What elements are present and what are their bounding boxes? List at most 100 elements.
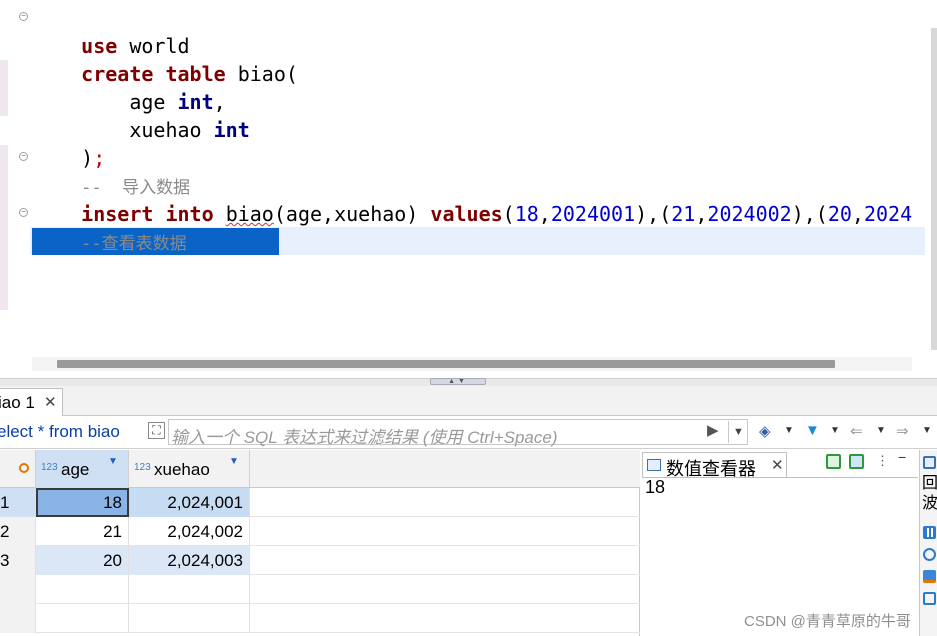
chart-icon[interactable] (923, 570, 936, 583)
table-row[interactable]: 1 18 2,024,001 (0, 488, 640, 517)
tab-label: iao 1 (0, 393, 35, 412)
table-row[interactable]: 3 20 2,024,003 (0, 546, 640, 575)
editor-gutter (0, 0, 8, 380)
punctuation: , (695, 202, 708, 226)
number-literal: 2024 (863, 202, 913, 226)
punctuation: ),( (791, 202, 828, 226)
splitter-handle-icon[interactable]: ▲▼ (430, 378, 486, 385)
identifier: biao; (237, 258, 310, 282)
vertical-scrollbar[interactable] (931, 28, 937, 350)
sort-icon[interactable]: ▼ (229, 456, 239, 467)
row-number[interactable]: 1 (0, 488, 36, 517)
punctuation: ( (502, 202, 515, 226)
punctuation: ),( (635, 202, 672, 226)
table-row[interactable]: 2 21 2,024,002 (0, 517, 640, 546)
keyword-select: select (81, 258, 154, 282)
column-header-age[interactable]: 123 age ▼ (36, 450, 129, 488)
minimize-icon[interactable]: − (898, 449, 906, 465)
row-number[interactable]: 3 (0, 546, 36, 575)
numeric-type-icon: 123 (134, 462, 151, 473)
expand-filter-icon[interactable]: ⛶ (148, 422, 165, 439)
grid-header: 123 age ▼ 123 xuehao ▼ (0, 450, 640, 488)
select-all-icon[interactable] (19, 463, 29, 473)
filter-toolbar: elect * from biao ⛶ 输入一个 SQL 表达式来过滤结果 (使… (0, 417, 937, 449)
sql-editor[interactable]: use world create table biao( age int, xu… (0, 0, 937, 380)
table-name-warning: biao (225, 202, 274, 226)
number-literal: 21 (671, 202, 696, 226)
code-line-4[interactable]: xuehao int (33, 88, 249, 142)
eraser-icon[interactable]: ◈ (759, 422, 771, 440)
empty-row (0, 604, 640, 633)
punctuation: , (538, 202, 551, 226)
empty-row (0, 575, 640, 604)
right-sidebar: 回 波 (919, 450, 937, 636)
tab-value-viewer[interactable]: 数值查看器 ✕ (642, 452, 787, 479)
number-literal: 20 (827, 202, 852, 226)
query-text-label[interactable]: elect * from biao (0, 422, 120, 442)
fold-toggle-icon[interactable] (19, 12, 28, 21)
funnel-icon[interactable]: ▼ (805, 422, 820, 439)
properties-icon[interactable] (923, 548, 936, 561)
chevron-down-icon[interactable]: ▼ (922, 425, 932, 436)
results-tabbar (0, 386, 937, 416)
sort-icon[interactable]: ▼ (108, 456, 118, 467)
fold-toggle-icon[interactable] (19, 152, 28, 161)
code-line-6[interactable]: -- 导入数据 (33, 144, 190, 198)
more-icon[interactable]: ⋮ (876, 453, 889, 469)
apply-filter-icon[interactable]: ▶ (707, 421, 719, 439)
code-line-3[interactable]: age int, (33, 60, 225, 114)
code-line-2[interactable]: create table biao( (33, 32, 298, 86)
keyword-from: from (189, 258, 238, 282)
forward-arrow-icon[interactable]: ⇒ (896, 422, 909, 440)
chevron-down-icon[interactable]: ▼ (876, 425, 886, 436)
horizontal-scrollbar-thumb[interactable] (57, 360, 835, 368)
chevron-down-icon[interactable]: ▼ (784, 425, 794, 436)
filter-history-dropdown[interactable]: ▼ (728, 421, 748, 443)
close-icon[interactable]: ✕ (44, 393, 57, 411)
viewer-value[interactable]: 18 (645, 477, 665, 498)
value-viewer-panel: 数值查看器 ✕ ⋮ − 18 (642, 449, 918, 636)
cell-age[interactable]: 21 (36, 517, 129, 546)
column-name: xuehao (154, 460, 210, 479)
filter-placeholder: 输入一个 SQL 表达式来过滤结果 (使用 Ctrl+Space) (171, 428, 558, 447)
code-line-7[interactable]: insert into biao(age,xuehao) values(18,2… (33, 172, 912, 226)
numeric-type-icon: 123 (41, 462, 58, 473)
cell-xuehao[interactable]: 2,024,003 (129, 546, 250, 575)
cell-xuehao[interactable]: 2,024,002 (129, 517, 250, 546)
sidebar-label[interactable]: 回 波 (922, 474, 937, 514)
panel-icon[interactable] (923, 456, 936, 469)
punctuation: , (851, 202, 864, 226)
watermark: CSDN @青青草原的牛哥 (744, 613, 911, 630)
save-icon[interactable] (826, 454, 841, 469)
number-literal: 2024001 (550, 202, 636, 226)
row-number-header[interactable] (0, 450, 36, 488)
panels-icon[interactable] (923, 592, 936, 605)
cell-age[interactable]: 20 (36, 546, 129, 575)
viewer-tab-divider (642, 477, 918, 478)
back-arrow-icon[interactable]: ⇐ (850, 422, 863, 440)
tab-results[interactable]: iao 1 ✕ (0, 388, 63, 416)
save-as-icon[interactable] (849, 454, 864, 469)
close-icon[interactable]: ✕ (771, 456, 784, 474)
identifier: biao( (225, 62, 298, 86)
window-icon (647, 459, 661, 471)
cell-age[interactable]: 18 (36, 488, 129, 517)
result-grid[interactable]: 123 age ▼ 123 xuehao ▼ 1 18 2,024,001 2 … (0, 450, 640, 636)
wildcard: * (153, 258, 190, 282)
grid-icon[interactable] (923, 526, 936, 539)
fold-toggle-icon[interactable] (19, 208, 28, 217)
number-literal: 18 (514, 202, 539, 226)
type-keyword: int (201, 118, 250, 142)
code-line-1[interactable]: use world (33, 4, 189, 58)
column-header-xuehao[interactable]: 123 xuehao ▼ (129, 450, 250, 488)
code-line-9[interactable]: select * from biao; (33, 228, 310, 282)
column-name: age (61, 460, 90, 479)
keyword-values: values (430, 202, 503, 226)
chevron-down-icon[interactable]: ▼ (830, 425, 840, 436)
code-line-5[interactable]: ); (33, 116, 105, 170)
column-list: (age,xuehao) (273, 202, 431, 226)
number-literal: 2024002 (707, 202, 792, 226)
cell-xuehao[interactable]: 2,024,001 (129, 488, 250, 517)
code-line-8[interactable]: --查看表数据 (33, 200, 186, 254)
row-number[interactable]: 2 (0, 517, 36, 546)
